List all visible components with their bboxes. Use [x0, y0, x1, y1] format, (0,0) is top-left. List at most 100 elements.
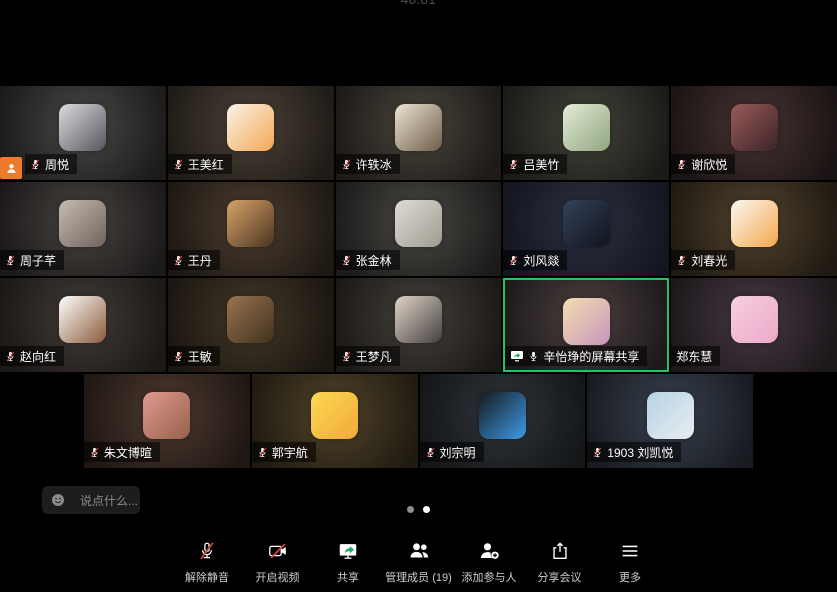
screen-share-tile[interactable]: 辛怡琤的屏幕共享 — [503, 278, 669, 372]
mic-muted-icon — [592, 446, 603, 459]
participant-tile[interactable]: 赵向红 — [0, 278, 166, 372]
participant-name: 朱文博暄 — [104, 444, 152, 461]
participant-name-label: 郑东慧 — [671, 346, 720, 366]
participant-name: 刘宗明 — [440, 444, 476, 461]
participant-tile[interactable]: 王敏 — [168, 278, 334, 372]
avatar — [59, 296, 106, 343]
pagination-dot[interactable] — [423, 506, 430, 513]
mic-muted-icon — [257, 446, 268, 459]
participant-name: 王敏 — [188, 348, 212, 365]
clipped-top-text: 48.81 — [401, 0, 436, 7]
toolbar-button-person-add[interactable]: 添加参与人 — [454, 540, 525, 585]
toolbar-button-camera-off[interactable]: 开启视频 — [242, 540, 313, 585]
participant-name-label: 谢欣悦 — [671, 154, 735, 174]
screen-share-icon — [510, 350, 524, 362]
screen-share-icon — [337, 540, 359, 562]
participant-name-label: 1903 刘凯悦 — [587, 442, 681, 462]
participant-name-label: 王梦凡 — [336, 346, 400, 366]
avatar — [143, 392, 190, 439]
avatar — [59, 200, 106, 247]
participant-name: 赵向红 — [20, 348, 56, 365]
mic-muted-icon — [173, 254, 184, 267]
avatar — [227, 200, 274, 247]
participant-tile[interactable]: 1903 刘凯悦 — [587, 374, 753, 468]
avatar — [647, 392, 694, 439]
participant-name: 王美红 — [188, 156, 224, 173]
participant-name: 周悦 — [45, 156, 69, 173]
mic-on-icon — [528, 350, 539, 363]
participant-name: 郑东慧 — [676, 348, 712, 365]
toolbar-button-screen-share[interactable]: 共享 — [313, 540, 384, 585]
avatar — [563, 104, 610, 151]
mic-muted-icon — [341, 254, 352, 267]
toolbar-button-label: 分享会议 — [538, 569, 582, 585]
grid-row: 朱文博暄 郭宇航 刘宗明 1903 刘凯悦 — [0, 374, 837, 468]
participant-name: 周子芊 — [20, 252, 56, 269]
mic-muted-icon — [173, 158, 184, 171]
participant-tile[interactable]: 王丹 — [168, 182, 334, 276]
avatar — [227, 104, 274, 151]
participant-tile[interactable]: 刘春光 — [671, 182, 837, 276]
mic-muted-icon — [508, 158, 519, 171]
toolbar-button-share-meeting[interactable]: 分享会议 — [524, 540, 595, 585]
avatar — [563, 298, 610, 345]
participant-name: 郭宇航 — [272, 444, 308, 461]
toolbar-button-mic-muted[interactable]: 解除静音 — [172, 540, 243, 585]
mic-muted-icon — [30, 158, 41, 171]
more-icon — [619, 540, 641, 562]
mic-muted-icon — [341, 158, 352, 171]
avatar — [479, 392, 526, 439]
mic-muted-icon — [5, 350, 16, 363]
avatar — [227, 296, 274, 343]
avatar — [731, 200, 778, 247]
participant-tile[interactable]: 吕美竹 — [503, 86, 669, 180]
participant-name: 1903 刘凯悦 — [607, 444, 673, 461]
mic-muted-icon — [425, 446, 436, 459]
mic-muted-icon — [341, 350, 352, 363]
share-meeting-icon — [549, 540, 571, 562]
participant-name-label: 王美红 — [168, 154, 232, 174]
participant-name-label: 王敏 — [168, 346, 220, 366]
grid-row: 周悦 王美红 许轶冰 吕美竹谢欣悦 — [0, 86, 837, 180]
host-badge-icon — [0, 157, 22, 179]
mic-muted-icon — [676, 254, 687, 267]
toolbar-button-label: 添加参与人 — [462, 569, 517, 585]
participant-name: 王梦凡 — [356, 348, 392, 365]
participant-tile[interactable]: 刘风燚 — [503, 182, 669, 276]
participant-tile[interactable]: 周子芊 — [0, 182, 166, 276]
participant-name: 刘春光 — [691, 252, 727, 269]
pagination-dots — [0, 506, 837, 513]
participant-name-label: 王丹 — [168, 250, 220, 270]
participant-name-label: 刘春光 — [671, 250, 735, 270]
participant-name-label: 郭宇航 — [252, 442, 316, 462]
participant-tile[interactable]: 刘宗明 — [420, 374, 586, 468]
members-icon — [407, 540, 431, 562]
toolbar-button-more[interactable]: 更多 — [595, 540, 666, 585]
participant-tile[interactable]: 张金林 — [336, 182, 502, 276]
participant-tile[interactable]: 郑东慧 — [671, 278, 837, 372]
participant-tile[interactable]: 许轶冰 — [336, 86, 502, 180]
participant-tile[interactable]: 朱文博暄 — [84, 374, 250, 468]
pagination-dot[interactable] — [407, 506, 414, 513]
mic-muted-icon — [89, 446, 100, 459]
participant-name-label: 刘宗明 — [420, 442, 484, 462]
camera-off-icon — [267, 540, 289, 562]
participant-name-label: 赵向红 — [0, 346, 64, 366]
toolbar-button-label: 解除静音 — [185, 569, 229, 585]
participant-name-label: 辛怡琤的屏幕共享 — [505, 346, 647, 366]
participant-tile[interactable]: 王美红 — [168, 86, 334, 180]
participant-tile[interactable]: 周悦 — [0, 86, 166, 180]
avatar — [731, 296, 778, 343]
participant-name: 刘风燚 — [523, 252, 559, 269]
participant-name-label: 朱文博暄 — [84, 442, 160, 462]
bottom-toolbar: 解除静音 开启视频 共享 管理成员 (19) 添加参与人 分享会议 更多 — [0, 531, 837, 592]
participant-tile[interactable]: 谢欣悦 — [671, 86, 837, 180]
toolbar-button-label: 开启视频 — [256, 569, 300, 585]
toolbar-button-label: 共享 — [337, 569, 359, 585]
participant-tile[interactable]: 郭宇航 — [252, 374, 418, 468]
participant-tile[interactable]: 王梦凡 — [336, 278, 502, 372]
toolbar-button-label: 更多 — [619, 569, 641, 585]
participant-name: 辛怡琤的屏幕共享 — [543, 348, 639, 365]
toolbar-button-members[interactable]: 管理成员 (19) — [383, 540, 454, 585]
participant-name: 许轶冰 — [356, 156, 392, 173]
